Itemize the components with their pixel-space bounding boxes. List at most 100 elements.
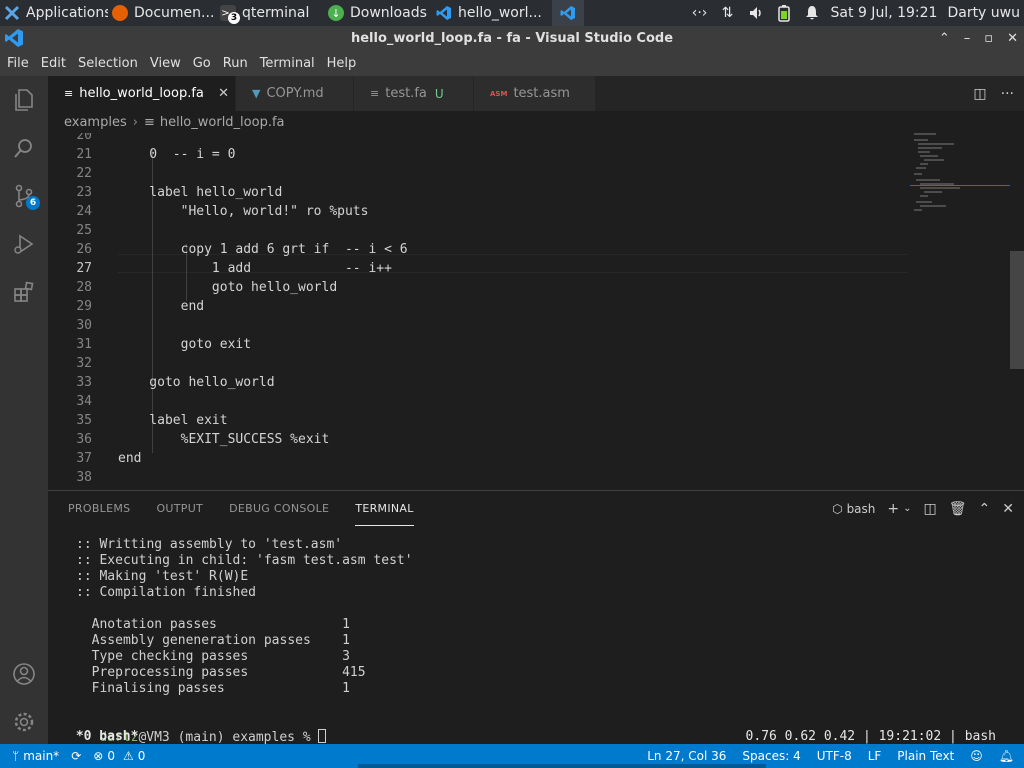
- title-bar: hello_world_loop.fa - fa - Visual Studio…: [0, 26, 1024, 50]
- add-terminal-icon[interactable]: +: [887, 501, 899, 517]
- taskbar-label: Documen...: [134, 5, 215, 21]
- end-of-line[interactable]: LF: [868, 749, 882, 763]
- breadcrumb: examples › ≡ hello_world_loop.fa: [48, 111, 1024, 133]
- line-number: 38: [76, 470, 92, 485]
- code-line[interactable]: label exit: [118, 411, 227, 430]
- taskbar-item-firefox[interactable]: Documen...: [108, 0, 216, 26]
- notification-bell-icon[interactable]: 🔔︎: [999, 749, 1014, 763]
- menu-terminal[interactable]: Terminal: [260, 56, 315, 71]
- close-icon[interactable]: ✕: [218, 86, 229, 101]
- tab-debug-console[interactable]: DEBUG CONSOLE: [229, 491, 329, 526]
- terminal-line: Preprocessing passes 415: [76, 665, 366, 680]
- split-terminal-icon[interactable]: ◫: [924, 501, 937, 517]
- minimap[interactable]: [910, 133, 1010, 223]
- panel-scrollbar[interactable]: [358, 764, 766, 768]
- gear-icon[interactable]: [0, 698, 48, 746]
- asm-icon: ASM: [490, 89, 508, 98]
- line-number: 36: [76, 432, 92, 447]
- editor-tabs: ≡ hello_world_loop.fa ✕ ▼ COPY.md ≡ test…: [48, 76, 1024, 111]
- network-arrows-icon[interactable]: ‹·›: [691, 4, 709, 22]
- volume-icon[interactable]: [747, 4, 765, 22]
- line-number: 37: [76, 451, 92, 466]
- line-number: 29: [76, 299, 92, 314]
- problems-indicator[interactable]: ⊗ 0 ⚠ 0: [93, 749, 145, 763]
- code-line[interactable]: label hello_world: [118, 183, 282, 202]
- vscode-icon: [560, 5, 576, 21]
- code-line[interactable]: copy 1 add 6 grt if -- i < 6: [118, 240, 408, 259]
- battery-icon[interactable]: [775, 4, 793, 22]
- code-line[interactable]: goto hello_world: [118, 373, 274, 392]
- branch-indicator[interactable]: ᛘ main*: [12, 749, 59, 763]
- code-line[interactable]: 0 -- i = 0: [118, 145, 235, 164]
- encoding[interactable]: UTF-8: [817, 749, 852, 763]
- notification-bell-icon[interactable]: [803, 4, 821, 22]
- minimize-icon[interactable]: –: [964, 31, 971, 46]
- chevron-up-icon[interactable]: ⌃: [979, 501, 991, 517]
- source-control-icon[interactable]: [0, 172, 48, 220]
- editor-scrollbar[interactable]: [1010, 251, 1024, 369]
- line-number: 31: [76, 337, 92, 352]
- untracked-indicator: U: [434, 86, 444, 101]
- tmux-window-list: *0 bash*: [68, 729, 139, 744]
- trash-icon[interactable]: 🗑: [949, 501, 967, 517]
- code-line[interactable]: "Hello, world!" ro %puts: [118, 202, 369, 221]
- taskbar-item-downloads[interactable]: ↓ Downloads: [324, 0, 432, 26]
- terminal-prompt[interactable]: dartz@VM3 (main) examples %: [68, 713, 327, 745]
- menu-run[interactable]: Run: [223, 56, 248, 71]
- more-actions-icon[interactable]: ···: [1001, 86, 1014, 102]
- close-panel-icon[interactable]: ✕: [1002, 501, 1014, 517]
- tab-test-fa[interactable]: ≡ test.fa U: [354, 76, 474, 111]
- code-line[interactable]: goto exit: [118, 335, 251, 354]
- menu-view[interactable]: View: [150, 56, 181, 71]
- close-icon[interactable]: ✕: [1007, 31, 1018, 46]
- tab-test-asm[interactable]: ASM test.asm: [474, 76, 596, 111]
- firefox-icon: [112, 5, 128, 21]
- taskbar-label: hello_worl...: [458, 5, 542, 21]
- code-line[interactable]: %EXIT_SUCCESS %exit: [118, 430, 330, 449]
- taskbar-item-qterminal[interactable]: >_ 3 qterminal: [216, 0, 324, 26]
- maximize-icon[interactable]: ▫: [984, 31, 993, 46]
- activity-bar: 6: [0, 76, 48, 744]
- code-line[interactable]: goto hello_world: [118, 278, 337, 297]
- tab-hello-world-loop[interactable]: ≡ hello_world_loop.fa ✕: [48, 76, 236, 111]
- menu-help[interactable]: Help: [327, 56, 357, 71]
- split-editor-icon[interactable]: ◫: [973, 86, 986, 102]
- menu-selection[interactable]: Selection: [78, 56, 138, 71]
- cursor-position[interactable]: Ln 27, Col 36: [647, 749, 726, 763]
- menu-edit[interactable]: Edit: [41, 56, 66, 71]
- breadcrumb-folder[interactable]: examples: [64, 115, 127, 130]
- tab-problems[interactable]: PROBLEMS: [68, 491, 130, 526]
- menu-file[interactable]: File: [7, 56, 29, 71]
- account-icon[interactable]: [0, 650, 48, 698]
- code-line[interactable]: 1 add -- i++: [118, 259, 392, 278]
- code-line[interactable]: end: [118, 297, 204, 316]
- chevron-down-icon[interactable]: ⌄: [903, 503, 911, 514]
- terminal-shell-selector[interactable]: ⬡ bash: [832, 502, 875, 516]
- extensions-icon[interactable]: [0, 268, 48, 316]
- code-line[interactable]: end: [118, 449, 141, 468]
- taskbar-item-vscode-active[interactable]: [552, 0, 584, 26]
- line-number: 33: [76, 375, 92, 390]
- applications-menu[interactable]: Applications: [0, 0, 108, 26]
- window-count-badge: 3: [228, 12, 240, 24]
- feedback-icon[interactable]: ☺: [970, 749, 983, 763]
- vscode-icon: [436, 5, 452, 21]
- run-debug-icon[interactable]: [0, 220, 48, 268]
- clock[interactable]: Sat 9 Jul, 19:21: [831, 5, 938, 21]
- scm-badge: 6: [26, 196, 40, 210]
- user-name[interactable]: Darty uwu: [947, 5, 1020, 21]
- sync-icon[interactable]: ⟳: [71, 749, 81, 763]
- menu-go[interactable]: Go: [193, 56, 211, 71]
- tab-copy-md[interactable]: ▼ COPY.md: [236, 76, 354, 111]
- chevron-up-icon[interactable]: ⌃: [939, 31, 950, 46]
- code-editor[interactable]: 20 21 0 -- i = 0 22 23 label hello_world 24 …: [48, 133, 1024, 490]
- breadcrumb-file[interactable]: hello_world_loop.fa: [160, 115, 285, 130]
- taskbar-item-vscode[interactable]: hello_worl...: [432, 0, 546, 26]
- network-updown-icon[interactable]: ⇅: [719, 4, 737, 22]
- indentation[interactable]: Spaces: 4: [742, 749, 800, 763]
- language-mode[interactable]: Plain Text: [897, 749, 954, 763]
- search-icon[interactable]: [0, 124, 48, 172]
- explorer-icon[interactable]: [0, 76, 48, 124]
- tab-terminal[interactable]: TERMINAL: [355, 491, 414, 526]
- tab-output[interactable]: OUTPUT: [156, 491, 203, 526]
